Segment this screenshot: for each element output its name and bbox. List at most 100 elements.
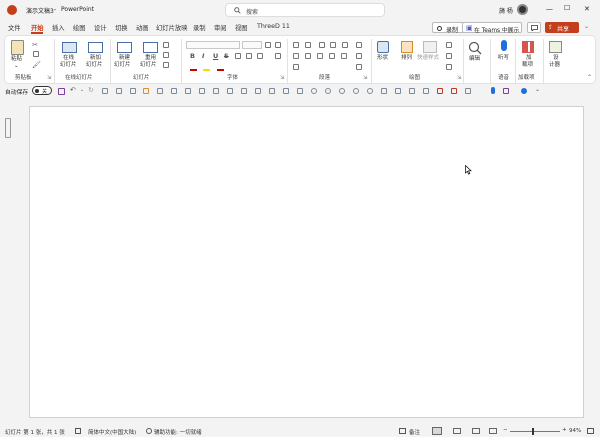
add-slides-label-1[interactable]: 新加 bbox=[90, 55, 101, 62]
bullets-icon[interactable] bbox=[293, 42, 299, 48]
tab-slideshow[interactable]: 幻灯片放映 bbox=[156, 23, 187, 32]
tab-draw[interactable]: 绘图 bbox=[73, 23, 86, 32]
redo-icon[interactable]: ↻ bbox=[88, 86, 94, 94]
qat-tool-1-icon[interactable] bbox=[102, 88, 108, 94]
tab-design[interactable]: 设计 bbox=[94, 23, 107, 32]
tab-review[interactable]: 审阅 bbox=[214, 23, 227, 32]
slideshow-icon[interactable] bbox=[489, 428, 497, 434]
fit-to-window-icon[interactable] bbox=[587, 428, 594, 434]
user-name[interactable]: 旖 杨 bbox=[499, 6, 513, 15]
search-box[interactable]: 搜索 bbox=[225, 3, 385, 17]
paragraph-launcher-icon[interactable]: ⇲ bbox=[363, 75, 367, 81]
paste-label[interactable]: 粘贴 bbox=[11, 56, 22, 63]
qat-tool-16-icon[interactable] bbox=[311, 88, 317, 94]
qat-tool-28-icon[interactable] bbox=[503, 88, 509, 94]
decrease-indent-icon[interactable] bbox=[319, 42, 325, 48]
shape-label[interactable]: 形状 bbox=[377, 55, 388, 62]
new-slide-label-2[interactable]: 幻灯片 bbox=[114, 62, 131, 69]
justify-icon[interactable] bbox=[329, 53, 335, 59]
shape-outline-icon[interactable] bbox=[446, 53, 452, 59]
qat-tool-4-icon[interactable] bbox=[143, 88, 149, 94]
qat-tool-29-icon[interactable] bbox=[521, 88, 527, 94]
qat-customize-icon[interactable]: ⌄ bbox=[535, 86, 540, 93]
numbering-icon[interactable] bbox=[305, 42, 311, 48]
font-launcher-icon[interactable]: ⇲ bbox=[280, 75, 284, 81]
qat-mic-icon[interactable] bbox=[491, 87, 495, 94]
tab-insert[interactable]: 插入 bbox=[52, 23, 65, 32]
reuse-slides-icon[interactable] bbox=[143, 42, 158, 53]
quick-styles-label[interactable]: 快速样式 bbox=[417, 55, 439, 62]
undo-icon[interactable]: ↶ bbox=[70, 86, 76, 94]
qat-tool-13-icon[interactable] bbox=[269, 88, 275, 94]
qat-tool-27-icon[interactable] bbox=[465, 88, 471, 94]
grow-font-icon[interactable] bbox=[265, 42, 271, 48]
designer-label-1[interactable]: 设 bbox=[553, 55, 559, 62]
arrange-icon[interactable] bbox=[401, 41, 413, 53]
shape-effects-icon[interactable] bbox=[446, 64, 452, 70]
reuse-slides-label-2[interactable]: 幻灯片 bbox=[140, 62, 157, 69]
qat-tool-24-icon[interactable] bbox=[423, 88, 429, 94]
qat-tool-26-icon[interactable] bbox=[451, 88, 457, 94]
shadow-icon[interactable] bbox=[235, 53, 241, 59]
notes-icon[interactable] bbox=[399, 428, 406, 434]
find-icon[interactable] bbox=[468, 41, 482, 55]
new-slide-icon[interactable] bbox=[117, 42, 132, 53]
tab-threed[interactable]: ThreeD 11 bbox=[257, 23, 290, 30]
slide-thumbnail-pane[interactable] bbox=[5, 118, 11, 138]
columns-icon[interactable] bbox=[356, 42, 362, 48]
cut-icon[interactable]: ✂ bbox=[32, 41, 38, 49]
share-button[interactable]: ⇪ 共享 bbox=[545, 22, 579, 33]
designer-icon[interactable] bbox=[549, 41, 562, 53]
qat-tool-3-icon[interactable] bbox=[130, 88, 136, 94]
qat-tool-10-icon[interactable] bbox=[227, 88, 233, 94]
qat-tool-5-icon[interactable] bbox=[157, 88, 163, 94]
qat-tool-23-icon[interactable] bbox=[409, 88, 415, 94]
online-slides-label-2[interactable]: 幻灯片 bbox=[60, 62, 77, 69]
char-spacing-icon[interactable] bbox=[246, 53, 252, 59]
tab-animations[interactable]: 动画 bbox=[136, 23, 149, 32]
addins-label-1[interactable]: 加 bbox=[526, 55, 532, 62]
qat-tool-8-icon[interactable] bbox=[199, 88, 205, 94]
edit-label[interactable]: 编辑 bbox=[469, 56, 480, 63]
convert-smartart-icon[interactable] bbox=[293, 64, 299, 70]
online-slides-label-1[interactable]: 在线 bbox=[63, 55, 74, 62]
share-dropdown-icon[interactable]: ⌄ bbox=[584, 23, 589, 30]
highlight-icon[interactable] bbox=[203, 64, 210, 71]
qat-tool-20-icon[interactable] bbox=[367, 88, 373, 94]
text-effect-icon[interactable] bbox=[217, 64, 224, 71]
close-button[interactable]: ✕ bbox=[584, 5, 590, 13]
online-slides-icon[interactable] bbox=[62, 42, 77, 53]
qat-tool-17-icon[interactable] bbox=[325, 88, 331, 94]
qat-tool-6-icon[interactable] bbox=[171, 88, 177, 94]
normal-view-icon[interactable] bbox=[432, 427, 442, 435]
notes-label[interactable]: 备注 bbox=[409, 428, 420, 436]
paste-icon[interactable] bbox=[11, 40, 24, 55]
slide-canvas[interactable] bbox=[29, 106, 584, 418]
teams-button[interactable]: ▣ 在 Teams 中展示 bbox=[462, 22, 522, 34]
increase-indent-icon[interactable] bbox=[330, 42, 336, 48]
distribute-icon[interactable] bbox=[341, 53, 347, 59]
align-right-icon[interactable] bbox=[317, 53, 323, 59]
reset-icon[interactable] bbox=[163, 52, 169, 58]
section-icon[interactable] bbox=[163, 62, 169, 68]
zoom-out-icon[interactable]: − bbox=[503, 427, 508, 433]
shrink-font-icon[interactable] bbox=[275, 42, 281, 48]
new-slide-label-1[interactable]: 新建 bbox=[119, 55, 130, 62]
add-slides-icon[interactable] bbox=[88, 42, 103, 53]
italic-button[interactable]: I bbox=[202, 52, 204, 60]
tab-record[interactable]: 录制 bbox=[193, 23, 206, 32]
zoom-slider[interactable] bbox=[510, 431, 560, 432]
shape-icon[interactable] bbox=[377, 41, 389, 53]
addins-icon[interactable] bbox=[522, 41, 534, 53]
qat-tool-12-icon[interactable] bbox=[255, 88, 261, 94]
line-spacing-icon[interactable] bbox=[342, 42, 348, 48]
designer-label-2[interactable]: 计器 bbox=[549, 62, 560, 69]
align-text-icon[interactable] bbox=[356, 64, 362, 70]
spelling-icon[interactable] bbox=[75, 428, 81, 434]
format-painter-icon[interactable]: 🖌 bbox=[32, 61, 41, 69]
qat-tool-9-icon[interactable] bbox=[213, 88, 219, 94]
align-left-icon[interactable] bbox=[293, 53, 299, 59]
font-family-dropdown[interactable] bbox=[186, 41, 240, 49]
save-icon[interactable] bbox=[58, 88, 65, 95]
add-slides-label-2[interactable]: 幻灯片 bbox=[86, 62, 103, 69]
